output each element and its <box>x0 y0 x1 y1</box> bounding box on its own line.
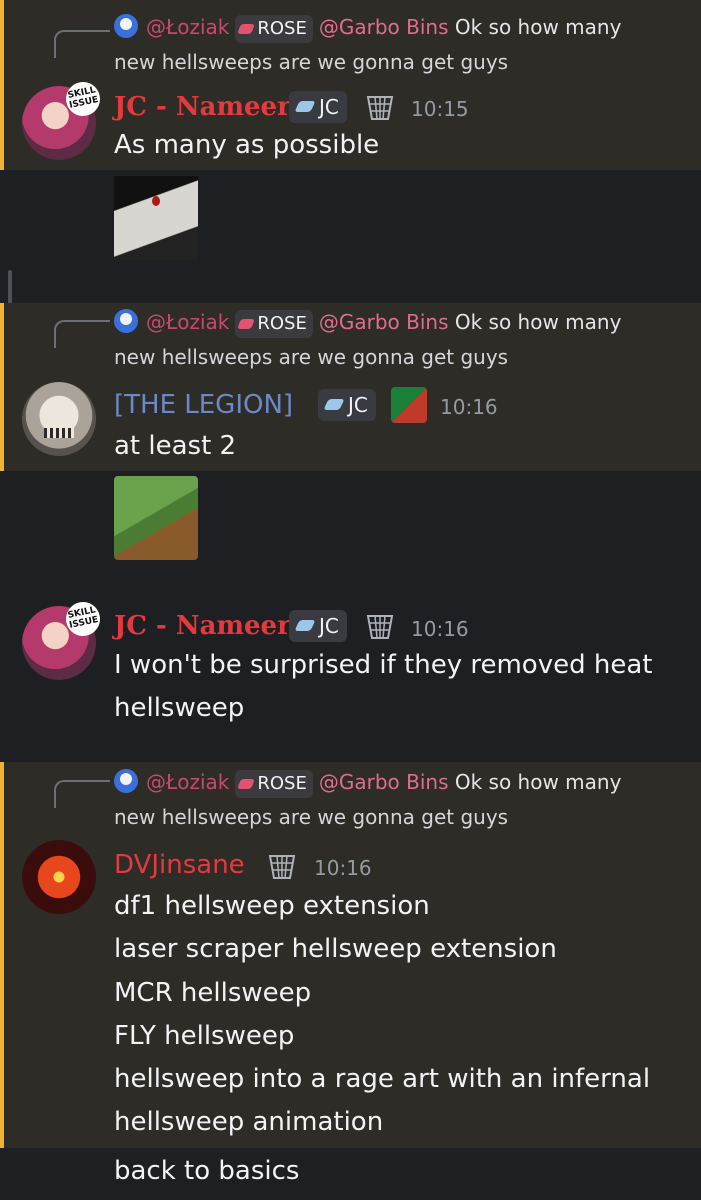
reply-avatar <box>114 309 138 333</box>
reply-mention[interactable]: @Garbo Bins <box>319 310 449 334</box>
message-line: back to basics <box>114 1156 300 1186</box>
message-line: hellsweep animation <box>114 1107 384 1137</box>
sticker-image[interactable] <box>114 476 198 560</box>
username[interactable]: DVJinsane <box>114 850 245 880</box>
role-icon <box>391 387 427 423</box>
gem-icon <box>294 620 316 631</box>
sticker-image[interactable] <box>114 176 198 260</box>
username[interactable]: [THE LEGION] <box>114 390 293 420</box>
clan-tag[interactable]: JC <box>289 610 347 642</box>
reply-connector <box>54 320 110 348</box>
reply-text: Ok so how many <box>454 310 622 334</box>
message-text-continued: hellsweep <box>114 693 245 723</box>
reply-preview[interactable]: @Łoziak ROSE @Garbo Bins Ok so how many ne… <box>114 769 622 829</box>
reply-preview[interactable]: @Łoziak ROSE @Garbo Bins Ok so how many ne… <box>114 309 622 369</box>
avatar[interactable] <box>22 382 96 456</box>
role-badge: ROSE <box>235 770 313 798</box>
reply-text: Ok so how many <box>454 770 622 794</box>
role-badge: ROSE <box>235 310 313 338</box>
rose-icon <box>237 24 256 34</box>
message-text: As many as possible <box>114 130 380 160</box>
avatar[interactable] <box>22 840 96 914</box>
timestamp: 10:16 <box>314 856 372 880</box>
message-line: MCR hellsweep <box>114 978 312 1008</box>
gem-icon <box>323 399 345 410</box>
timestamp: 10:16 <box>440 395 498 419</box>
reply-preview[interactable]: @Łoziak ROSE @Garbo Bins Ok so how many ne… <box>114 14 622 74</box>
reply-text-line2: new hellsweeps are we gonna get guys <box>114 805 509 829</box>
message-text: at least 2 <box>114 431 237 461</box>
reply-text: Ok so how many <box>454 15 622 39</box>
username[interactable]: JC - Nameer <box>114 611 291 641</box>
reply-avatar <box>114 14 138 38</box>
clan-tag[interactable]: JC <box>289 91 347 123</box>
reply-mention[interactable]: @Garbo Bins <box>319 770 449 794</box>
basket-icon <box>366 96 394 120</box>
message-line: FLY hellsweep <box>114 1021 295 1051</box>
rose-icon <box>237 319 256 329</box>
basket-icon <box>268 855 296 879</box>
username[interactable]: JC - Nameer <box>114 92 291 122</box>
reply-avatar <box>114 769 138 793</box>
reply-connector <box>54 780 110 808</box>
basket-icon <box>366 615 394 639</box>
reply-mention[interactable]: @Garbo Bins <box>319 15 449 39</box>
rose-icon <box>237 779 256 789</box>
reply-text-line2: new hellsweeps are we gonna get guys <box>114 345 509 369</box>
timestamp: 10:15 <box>411 97 469 121</box>
message-line: df1 hellsweep extension <box>114 891 430 921</box>
reply-author[interactable]: @Łoziak <box>146 770 229 794</box>
gem-icon <box>294 101 316 112</box>
clan-tag[interactable]: JC <box>318 389 376 421</box>
reply-text-line2: new hellsweeps are we gonna get guys <box>114 50 509 74</box>
reply-author[interactable]: @Łoziak <box>146 310 229 334</box>
message-line: hellsweep into a rage art with an infern… <box>114 1064 651 1094</box>
reply-connector <box>54 30 110 58</box>
message-text: I won't be surprised if they removed hea… <box>114 650 653 680</box>
timestamp: 10:16 <box>411 617 469 641</box>
reply-author[interactable]: @Łoziak <box>146 15 229 39</box>
message-line: laser scraper hellsweep extension <box>114 934 557 964</box>
role-badge: ROSE <box>235 15 313 43</box>
